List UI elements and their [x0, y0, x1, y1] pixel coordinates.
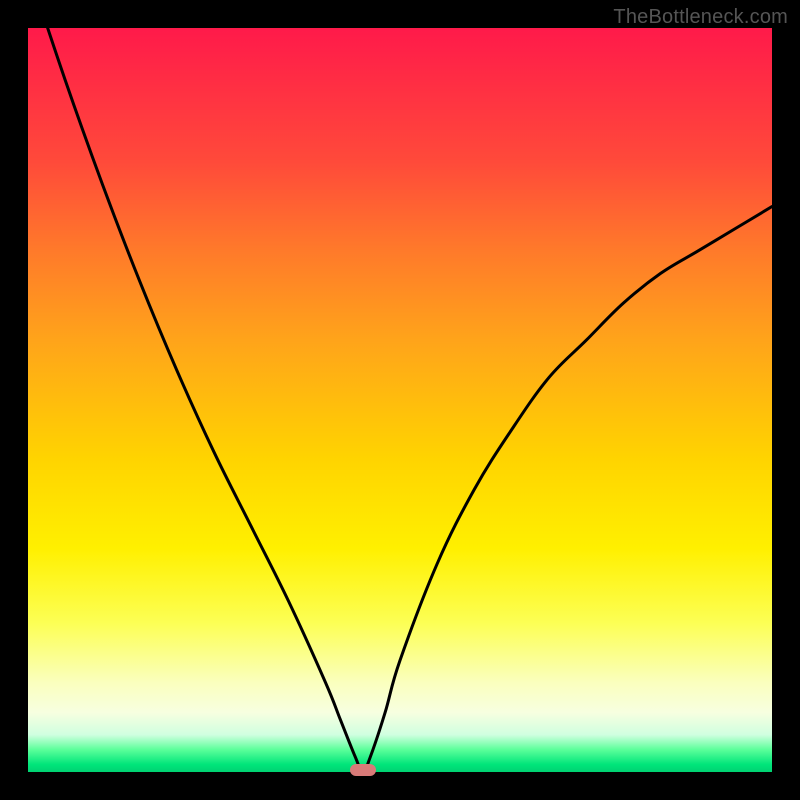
min-marker [350, 764, 376, 776]
bottleneck-curve [28, 28, 772, 772]
chart-plot-area [28, 28, 772, 772]
watermark-text: TheBottleneck.com [613, 6, 788, 29]
